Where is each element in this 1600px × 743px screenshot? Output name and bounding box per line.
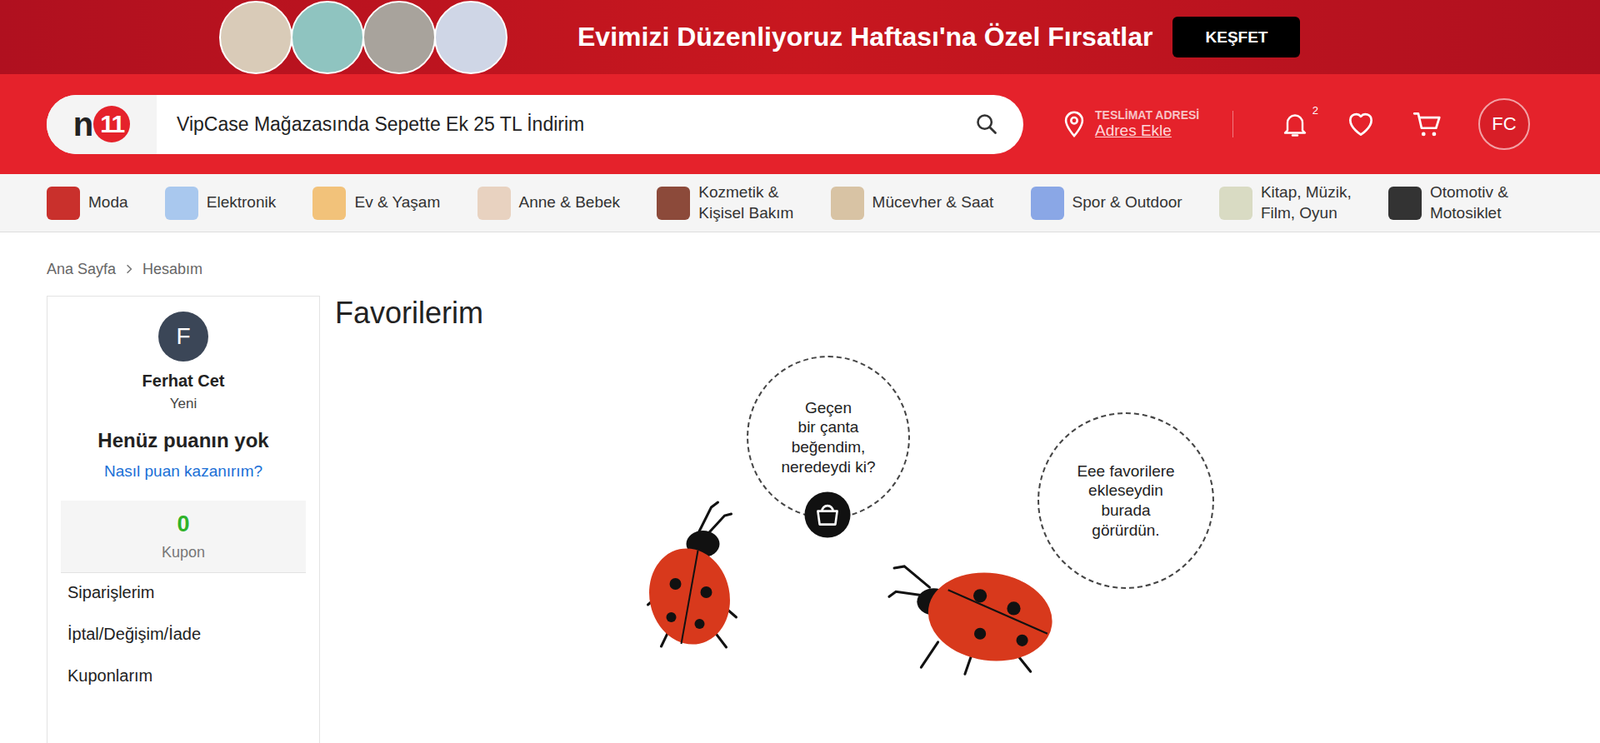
banner-image bbox=[219, 0, 293, 75]
account-menu-item[interactable]: Kuponlarım bbox=[60, 656, 306, 699]
header-divider bbox=[1232, 110, 1234, 138]
category-item[interactable]: Anne & Bebek bbox=[477, 186, 620, 220]
category-image bbox=[477, 186, 511, 220]
search-bar: n11VipCase Mağazasında Sepette Ek 25 TL … bbox=[46, 95, 1024, 155]
location-pin-icon bbox=[1060, 110, 1089, 139]
search-input[interactable]: VipCase Mağazasında Sepette Ek 25 TL İnd… bbox=[156, 113, 975, 136]
ladybug-icon bbox=[637, 492, 755, 651]
heart-icon[interactable] bbox=[1345, 108, 1377, 140]
points-info-link[interactable]: Nasıl puan kazanırım? bbox=[104, 462, 263, 481]
profile-name: Ferhat Cet bbox=[142, 371, 225, 391]
category-image bbox=[165, 186, 199, 220]
empty-favorites-illustration: Geçen bir çanta beğendim, neredeydi ki?E… bbox=[335, 330, 1554, 731]
category-item[interactable]: Moda bbox=[46, 186, 129, 220]
category-image bbox=[1388, 186, 1422, 220]
category-image bbox=[312, 186, 346, 220]
page: Evimizi Düzenliyoruz Haftası'na Özel Fır… bbox=[0, 0, 1600, 743]
account-menu-item[interactable]: Siparişlerim bbox=[60, 573, 306, 615]
cart-icon[interactable] bbox=[1411, 108, 1444, 140]
n11-logo[interactable]: n11 bbox=[46, 95, 157, 155]
category-item[interactable]: Otomotiv & Motosiklet bbox=[1388, 182, 1509, 224]
banner-image bbox=[290, 0, 365, 75]
delivery-label: TESLİMAT ADRESİ bbox=[1095, 108, 1200, 122]
bell-icon[interactable] bbox=[1280, 109, 1310, 140]
account-menu-item[interactable]: İptal/Değişim/İade bbox=[60, 615, 306, 657]
notification-count: 2 bbox=[1312, 104, 1319, 117]
category-item[interactable]: Ev & Yaşam bbox=[312, 186, 440, 220]
magnifier-icon[interactable] bbox=[975, 112, 999, 136]
header: n11VipCase Mağazasında Sepette Ek 25 TL … bbox=[0, 74, 1600, 175]
category-item[interactable]: Kozmetik & Kişisel Bakım bbox=[656, 182, 794, 224]
page-title: Favorilerim bbox=[335, 295, 1554, 331]
membership-level: Yeni bbox=[170, 395, 197, 413]
header-actions: 2 FC bbox=[1280, 98, 1530, 150]
banner-image bbox=[362, 0, 436, 75]
breadcrumb-item[interactable]: Hesabım bbox=[142, 260, 203, 279]
coupon-label: Kupon bbox=[161, 544, 205, 562]
ladybug-icon bbox=[887, 549, 1056, 677]
category-item[interactable]: Mücevher & Saat bbox=[830, 186, 995, 220]
coupon-box[interactable]: 0 Kupon bbox=[60, 500, 306, 574]
category-image bbox=[1219, 186, 1253, 220]
delivery-address[interactable]: TESLİMAT ADRESİAdres Ekle bbox=[1060, 108, 1200, 140]
banner-image bbox=[434, 0, 508, 75]
chevron-right-icon bbox=[124, 264, 135, 275]
speech-bubble: Eee favorilere ekleseydin burada görürdü… bbox=[1037, 412, 1215, 590]
category-bar: Moda Elektronik Ev & Yaşam Anne & Bebek Kozm… bbox=[0, 174, 1600, 233]
category-image bbox=[830, 186, 865, 220]
user-avatar[interactable]: FC bbox=[1478, 98, 1530, 150]
category-item[interactable]: Spor & Outdoor bbox=[1030, 186, 1183, 220]
points-status: Henüz puanın yok bbox=[97, 429, 269, 453]
category-image bbox=[1030, 186, 1065, 220]
profile-avatar: F bbox=[158, 311, 209, 362]
category-item[interactable]: Kitap, Müzik, Film, Oyun bbox=[1219, 182, 1352, 224]
account-sidebar: F Ferhat Cet Yeni Henüz puanın yok Nasıl pua… bbox=[46, 295, 320, 743]
bag-icon bbox=[803, 490, 852, 540]
banner-images bbox=[219, 0, 503, 75]
content: Ana Sayfa Hesabım F Ferhat Cet Yeni Henüz pua… bbox=[0, 232, 1600, 743]
notifications[interactable]: 2 bbox=[1280, 109, 1310, 140]
discover-button[interactable]: KEŞFET bbox=[1172, 16, 1300, 58]
category-item[interactable]: Elektronik bbox=[165, 186, 276, 220]
breadcrumb: Ana Sayfa Hesabım bbox=[46, 257, 1554, 281]
add-address-link[interactable]: Adres Ekle bbox=[1095, 121, 1200, 140]
banner-title: Evimizi Düzenliyoruz Haftası'na Özel Fır… bbox=[577, 21, 1153, 53]
breadcrumb-item[interactable]: Ana Sayfa bbox=[46, 260, 116, 279]
category-image bbox=[46, 186, 80, 220]
favorites-panel: FavorilerimGeçen bir çanta beğendim, ner… bbox=[335, 295, 1554, 743]
promo-banner[interactable]: Evimizi Düzenliyoruz Haftası'na Özel Fır… bbox=[0, 0, 1600, 75]
category-image bbox=[656, 186, 690, 220]
coupon-count: 0 bbox=[176, 511, 190, 538]
